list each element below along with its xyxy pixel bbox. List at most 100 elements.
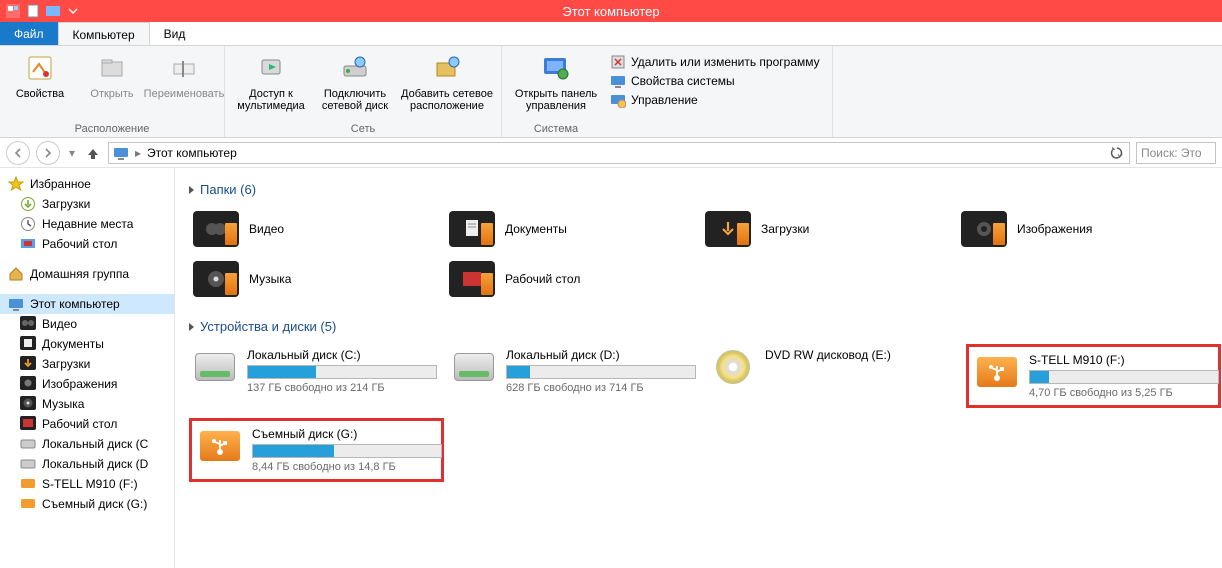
tree-downloads2[interactable]: Загрузки: [0, 354, 174, 374]
add-net-location-button[interactable]: Добавить сетевое расположение: [399, 50, 495, 112]
window-title: Этот компьютер: [0, 4, 1222, 19]
drive-freespace: 4,70 ГБ свободно из 5,25 ГБ: [1029, 387, 1219, 399]
tree-desktop[interactable]: Рабочий стол: [0, 234, 174, 254]
properties-button[interactable]: Свойства: [6, 50, 74, 100]
tree-desktop2[interactable]: Рабочий стол: [0, 414, 174, 434]
address-bar[interactable]: ▸ Этот компьютер ⌄: [108, 142, 1130, 164]
folder-item[interactable]: Загрузки: [701, 207, 953, 251]
desktop-icon: [20, 416, 36, 432]
tree-ldisk-c[interactable]: Локальный диск (C: [0, 434, 174, 454]
navigation-bar: ▾ ▸ Этот компьютер ⌄ Поиск: Это: [0, 138, 1222, 168]
tab-file[interactable]: Файл: [0, 22, 58, 45]
downloads-icon: [20, 356, 36, 372]
address-computer-icon: [113, 145, 129, 161]
media-access-button[interactable]: Доступ к мультимедиа: [231, 50, 311, 112]
tree-favorites[interactable]: Избранное: [0, 174, 174, 194]
documents-icon: [20, 336, 36, 352]
tab-view[interactable]: Вид: [150, 22, 200, 45]
tree-homegroup[interactable]: Домашняя группа: [0, 264, 174, 284]
folder-icon: [449, 211, 495, 247]
ribbon-group-location: Свойства Открыть Переименовать Расположе…: [0, 46, 225, 137]
tree-downloads[interactable]: Загрузки: [0, 194, 174, 214]
manage-label: Управление: [631, 93, 698, 107]
add-net-location-label: Добавить сетевое расположение: [399, 88, 495, 112]
sys-props-icon: [610, 73, 626, 89]
folder-item[interactable]: Изображения: [957, 207, 1209, 251]
folder-label: Документы: [505, 222, 567, 236]
drive-label: S-TELL M910 (F:): [1029, 353, 1219, 367]
drive-item[interactable]: DVD RW дисковод (E:): [707, 344, 962, 408]
folders-grid: Видео Документы Загрузки Изображения Музыка Р…: [189, 207, 1208, 301]
forward-button[interactable]: [36, 141, 60, 165]
capacity-bar: [1029, 370, 1219, 384]
rename-icon: [168, 52, 200, 84]
folder-item[interactable]: Музыка: [189, 257, 441, 301]
nav-tree: Избранное Загрузки Недавние места Рабочи…: [0, 168, 175, 568]
star-icon: [8, 176, 24, 192]
rename-button[interactable]: Переименовать: [150, 50, 218, 100]
control-panel-button[interactable]: Открыть панель управления: [508, 50, 604, 112]
search-input[interactable]: Поиск: Это: [1136, 142, 1216, 164]
folder-icon: [705, 211, 751, 247]
folder-item[interactable]: Видео: [189, 207, 441, 251]
capacity-bar: [247, 365, 437, 379]
manage-button[interactable]: Управление: [610, 92, 820, 108]
back-button[interactable]: [6, 141, 30, 165]
tree-music[interactable]: Музыка: [0, 394, 174, 414]
drive-item[interactable]: Съемный диск (G:)8,44 ГБ свободно из 14,…: [189, 418, 444, 482]
qat-new-icon[interactable]: [24, 2, 42, 20]
folder-item[interactable]: Рабочий стол: [445, 257, 697, 301]
drives-section-header[interactable]: Устройства и диски (5): [189, 319, 1208, 334]
desktop-icon: [20, 236, 36, 252]
group-network-label: Сеть: [351, 120, 375, 135]
qat-dropdown-icon[interactable]: [64, 2, 82, 20]
recent-locations-dropdown[interactable]: ▾: [66, 146, 78, 160]
video-icon: [20, 316, 36, 332]
drive-freespace: 628 ГБ свободно из 714 ГБ: [506, 382, 699, 394]
hdd-icon: [454, 353, 494, 381]
qat-properties-icon[interactable]: [44, 2, 62, 20]
properties-label: Свойства: [16, 88, 64, 100]
drive-label: DVD RW дисковод (E:): [765, 348, 958, 362]
up-button[interactable]: [84, 144, 102, 162]
download-icon: [20, 196, 36, 212]
tree-video[interactable]: Видео: [0, 314, 174, 334]
control-panel-icon: [540, 52, 572, 84]
usb-icon: [20, 476, 36, 492]
properties-icon: [24, 52, 56, 84]
tree-recent[interactable]: Недавние места: [0, 214, 174, 234]
folder-icon: [961, 211, 1007, 247]
tree-this-pc[interactable]: Этот компьютер: [0, 294, 174, 314]
system-commands-list: Удалить или изменить программу Свойства …: [604, 50, 826, 112]
ribbon-group-system: Открыть панель управления Система Удалит…: [502, 46, 833, 137]
tree-ldisk-d[interactable]: Локальный диск (D: [0, 454, 174, 474]
uninstall-label: Удалить или изменить программу: [631, 55, 820, 69]
refresh-button[interactable]: [1109, 145, 1125, 161]
usb-icon: [20, 496, 36, 512]
sys-props-button[interactable]: Свойства системы: [610, 73, 820, 89]
address-location: Этот компьютер: [147, 146, 237, 160]
app-icon[interactable]: [4, 2, 22, 20]
tree-documents[interactable]: Документы: [0, 334, 174, 354]
folder-label: Музыка: [249, 272, 291, 286]
folder-icon: [193, 261, 239, 297]
main-area: Избранное Загрузки Недавние места Рабочи…: [0, 168, 1222, 568]
tab-computer[interactable]: Компьютер: [58, 22, 150, 45]
usb-icon: [977, 357, 1017, 387]
drive-label: Локальный диск (D:): [506, 348, 699, 362]
drive-item[interactable]: S-TELL M910 (F:) 4,70 ГБ свободно из 5,25…: [966, 344, 1221, 408]
collapse-icon: [189, 323, 194, 331]
tree-removable-g[interactable]: Съемный диск (G:): [0, 494, 174, 514]
tree-stell[interactable]: S-TELL M910 (F:): [0, 474, 174, 494]
uninstall-button[interactable]: Удалить или изменить программу: [610, 54, 820, 70]
folder-label: Загрузки: [761, 222, 809, 236]
open-button[interactable]: Открыть: [78, 50, 146, 100]
computer-icon: [8, 296, 24, 312]
tree-pictures[interactable]: Изображения: [0, 374, 174, 394]
drive-item[interactable]: Локальный диск (D:) 628 ГБ свободно из 71…: [448, 344, 703, 408]
folder-item[interactable]: Документы: [445, 207, 697, 251]
media-access-label: Доступ к мультимедиа: [231, 88, 311, 112]
map-drive-button[interactable]: Подключить сетевой диск: [315, 50, 395, 112]
folders-section-header[interactable]: Папки (6): [189, 182, 1208, 197]
drive-item[interactable]: Локальный диск (C:)137 ГБ свободно из 21…: [189, 344, 444, 408]
